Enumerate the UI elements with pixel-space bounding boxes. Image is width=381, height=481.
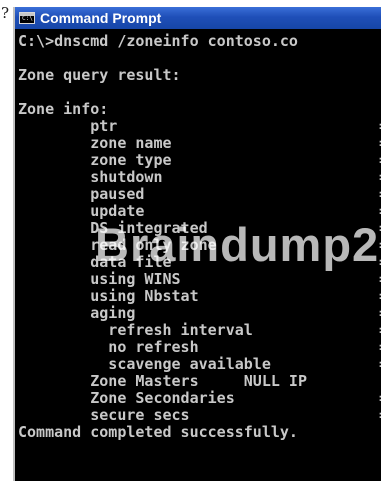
console-line: Zone query result: (18, 66, 181, 84)
console-line: secure secs (18, 406, 190, 424)
console-line: data file (18, 253, 172, 271)
title-bar[interactable]: C:\ Command Prompt (15, 7, 381, 29)
console-line: DS integrated (18, 219, 208, 237)
console-line: shutdown (18, 168, 163, 186)
console-line: Zone info: (18, 100, 109, 118)
console-line: read only zone (18, 236, 217, 254)
console-line: zone type (18, 151, 172, 169)
console-line: update (18, 202, 145, 220)
console-line: Zone Secondaries (18, 389, 235, 407)
question-mark-prefix: ? (1, 4, 10, 22)
console-line: no refresh (18, 338, 199, 356)
console-line: ptr (18, 117, 118, 135)
window-title: Command Prompt (40, 10, 162, 26)
command-prompt-window[interactable]: C:\ Command Prompt C:\>dnscmd /zoneinfo … (13, 7, 381, 481)
console-line: using WINS (18, 270, 181, 288)
console-line: zone name (18, 134, 172, 152)
console-line: scavenge available (18, 355, 271, 373)
console-line: Zone Masters NULL IP (18, 372, 307, 390)
console-output[interactable]: C:\>dnscmd /zoneinfo contoso.co Zone quer… (18, 33, 381, 481)
console-line: refresh interval (18, 321, 253, 339)
console-line: paused (18, 185, 145, 203)
console-icon-glyph: C:\ (22, 15, 33, 22)
console-line: C:\>dnscmd /zoneinfo contoso.co (18, 33, 298, 50)
console-line: aging (18, 304, 136, 322)
console-line: using Nbstat (18, 287, 199, 305)
console-window-icon[interactable]: C:\ (19, 12, 35, 24)
screenshot: ? C:\ Command Prompt C:\>dnscmd /zoneinf… (0, 0, 381, 481)
console-line: Command completed successfully. (18, 423, 298, 441)
